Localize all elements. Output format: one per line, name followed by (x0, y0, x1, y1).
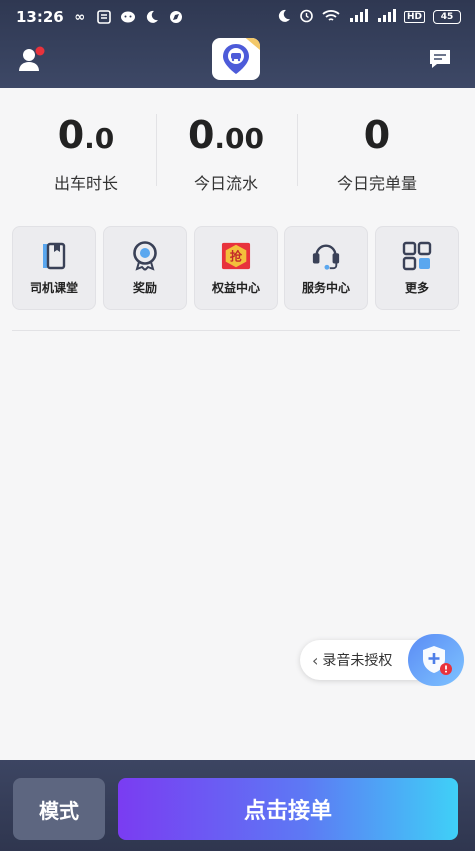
book-icon (39, 241, 69, 271)
user-notification-icon[interactable] (18, 46, 46, 72)
stat-drive-time: 0.0 出车时长 (16, 112, 156, 194)
status-left: 13:26 ∞ (16, 8, 184, 26)
stat-value: 0.0 (57, 113, 115, 157)
grid-icon (402, 241, 432, 271)
compass-icon (168, 10, 184, 24)
alarm-icon (299, 8, 314, 26)
menu-service-center[interactable]: 服务中心 (284, 226, 368, 310)
shield-plus-icon[interactable] (408, 634, 464, 686)
app-bar (0, 34, 475, 88)
headset-icon (311, 241, 341, 271)
menu-label: 服务中心 (301, 280, 350, 295)
svg-text:抢: 抢 (230, 248, 243, 263)
recording-label: 录音未授权 (322, 653, 393, 669)
chevron-left-icon: ‹ (312, 650, 319, 670)
menu-label: 权益中心 (211, 280, 260, 295)
stat-value: 0.00 (187, 113, 265, 157)
driver-app-logo-icon (212, 38, 260, 80)
notification-app-icon (96, 10, 112, 24)
stat-daily-orders: 0 今日完单量 (307, 112, 447, 194)
status-bar: 13:26 ∞ HD 45 (0, 0, 475, 34)
bottom-bar: 模式 点击接单 (0, 760, 475, 851)
stat-value: 0 (363, 113, 391, 157)
signal-icon-1 (348, 8, 368, 26)
menu-more[interactable]: 更多 (375, 226, 459, 310)
menu-label: 司机课堂 (29, 280, 78, 295)
section-divider (12, 330, 460, 331)
menu-label: 奖励 (132, 280, 157, 295)
hd-icon: HD (403, 11, 425, 23)
stat-label: 今日流水 (193, 174, 258, 193)
reward-medal-icon (130, 240, 160, 271)
wifi-icon (322, 9, 340, 26)
stats-panel: 0.0 出车时长 0.00 今日流水 0 今日完单量 (0, 112, 475, 194)
mode-button[interactable]: 模式 (13, 778, 105, 840)
battery-icon: 45 (433, 10, 461, 24)
menu-benefits-center[interactable]: 抢 权益中心 (194, 226, 278, 310)
app-header: 13:26 ∞ HD 45 (0, 0, 475, 88)
menu-driver-class[interactable]: 司机课堂 (12, 226, 96, 310)
menu-label: 更多 (404, 280, 429, 295)
status-time: 13:26 (16, 8, 64, 26)
message-icon[interactable] (428, 48, 452, 70)
signal-icon-2 (376, 8, 396, 26)
dnd-icon (277, 9, 291, 26)
moon-icon (144, 10, 160, 24)
quick-menu: 司机课堂 奖励 抢 权益中心 服务中心 更多 (12, 226, 460, 312)
stat-label: 出车时长 (53, 174, 118, 193)
stat-label: 今日完单量 (336, 174, 417, 193)
menu-reward[interactable]: 奖励 (103, 226, 187, 310)
divider (297, 114, 298, 186)
infinity-icon: ∞ (74, 9, 86, 25)
wechat-icon (120, 10, 136, 24)
status-right: HD 45 (277, 8, 461, 26)
stat-daily-revenue: 0.00 今日流水 (156, 112, 296, 194)
grab-badge-icon: 抢 (221, 241, 251, 271)
accept-order-button[interactable]: 点击接单 (118, 778, 458, 840)
